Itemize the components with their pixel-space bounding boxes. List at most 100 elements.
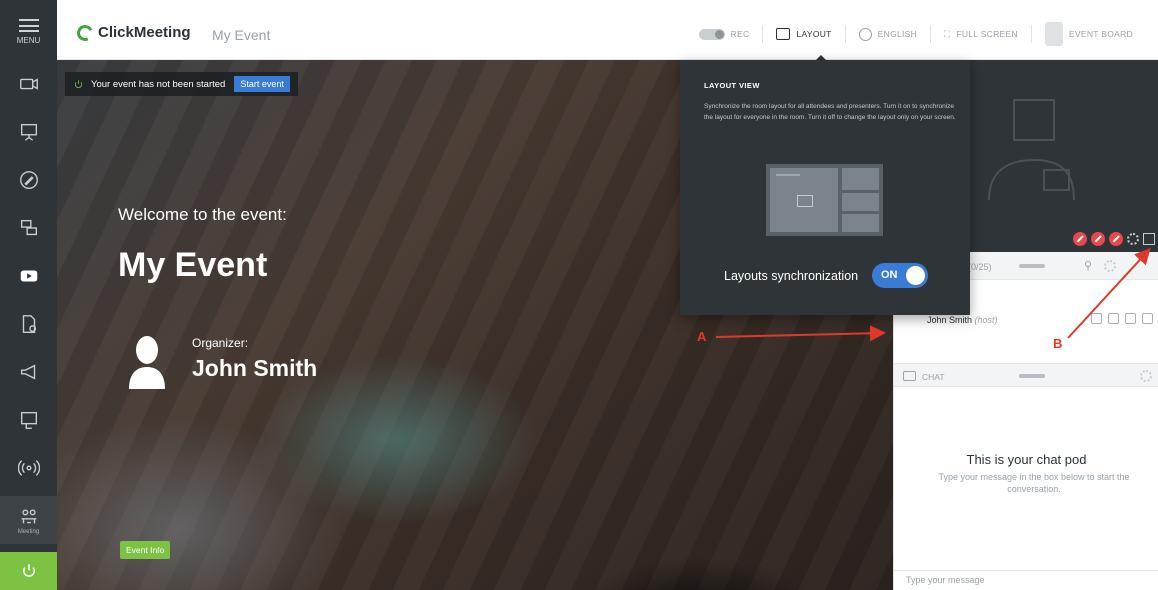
screen-share-icon [20, 219, 37, 236]
chat-label: CHAT [922, 372, 945, 382]
left-sidebar: MENU Meeting [0, 0, 57, 590]
broadcast-icon [17, 460, 40, 476]
annotation-label-b: B [1053, 336, 1063, 351]
camera-off-icon[interactable] [1073, 232, 1087, 246]
mic-off-icon[interactable] [1091, 232, 1105, 246]
layouts-sync-label: Layouts synchronization [724, 269, 859, 283]
whiteboard-icon [19, 171, 38, 189]
illustration-side-pane-1 [842, 168, 879, 190]
sidebar-item-files[interactable] [0, 300, 57, 348]
attendees-gear-icon[interactable] [1104, 260, 1116, 272]
power-icon [22, 564, 35, 577]
popover-description: Synchronize the room layout for all atte… [704, 103, 956, 121]
sidebar-item-poll[interactable] [0, 396, 57, 444]
chat-message-input[interactable]: Type your message [894, 570, 1158, 590]
sidebar-item-youtube[interactable] [0, 252, 57, 300]
rec-toggle-button[interactable]: REC [686, 25, 764, 43]
language-label: ENGLISH [877, 29, 918, 39]
full-screen-icon: ⛶ [944, 28, 951, 39]
illustration-side-pane-3 [842, 214, 879, 232]
toggle-knob [906, 266, 925, 285]
layout-icon [776, 28, 791, 40]
presentation-icon [20, 123, 37, 141]
popover-title: LAYOUT VIEW [704, 81, 760, 90]
rec-label: REC [730, 29, 750, 39]
sidebar-item-broadcast[interactable] [0, 444, 57, 492]
attendee-screen-icon[interactable] [1142, 313, 1153, 324]
chat-drag-handle[interactable] [1019, 374, 1045, 378]
annotation-label-a: A [697, 329, 707, 344]
attendee-row-icons [1091, 313, 1153, 324]
event-board-button[interactable]: EVENT BOARD [1032, 22, 1146, 46]
sidebar-item-announce[interactable] [0, 348, 57, 396]
toggle-state: ON [881, 269, 898, 281]
stage-event-title: My Event [118, 246, 268, 284]
language-button[interactable]: ENGLISH [846, 25, 932, 43]
video-controls [1073, 232, 1155, 246]
gear-icon[interactable] [1127, 233, 1139, 245]
clickmeeting-app: MENU Meeting ClickMeeting My Event REC L… [0, 0, 1158, 590]
attendee-role: (host) [974, 315, 998, 325]
event-board-avatar [1044, 22, 1063, 46]
sidebar-item-screen-share[interactable] [0, 204, 57, 252]
meeting-icon [21, 508, 36, 523]
chat-gear-icon[interactable] [1140, 370, 1152, 382]
chat-header: CHAT [894, 363, 1158, 387]
logo-mark-icon [74, 22, 96, 43]
megaphone-icon [20, 364, 35, 380]
layout-illustration [766, 164, 883, 236]
user-placeholder-icon [988, 99, 1075, 201]
start-event-button[interactable]: Start event [234, 76, 290, 92]
layouts-sync-toggle[interactable]: ON [872, 263, 928, 288]
top-bar: ClickMeeting My Event REC LAYOUT ENGLISH… [57, 8, 1158, 61]
attendee-mic-off-icon[interactable] [1108, 313, 1119, 324]
poll-icon [20, 411, 37, 429]
event-status-text: Your event has not been started [91, 78, 226, 90]
illustration-screen-icon [797, 195, 813, 207]
full-screen-button[interactable]: ⛶ FULL SCREEN [931, 25, 1032, 43]
camera-icon [19, 78, 38, 90]
menu-button[interactable]: MENU [0, 8, 57, 56]
attendee-video-off-icon[interactable] [1125, 313, 1136, 324]
welcome-text: Welcome to the event: [118, 205, 287, 224]
illustration-main-pane [770, 168, 838, 232]
menu-label: MENU [16, 36, 41, 45]
meeting-label: Meeting [17, 528, 40, 535]
event-name: My Event [212, 27, 271, 43]
event-board-label: EVENT BOARD [1068, 29, 1133, 39]
attendee-camera-off-icon[interactable] [1091, 313, 1102, 324]
layout-popover: LAYOUT VIEW Synchronize the room layout … [680, 60, 970, 315]
power-status-icon [74, 79, 83, 88]
event-info-button[interactable]: Event Info [120, 541, 171, 559]
illustration-bar [776, 174, 800, 176]
clickmeeting-logo: ClickMeeting [74, 22, 191, 43]
expand-icon[interactable] [1143, 233, 1155, 245]
event-status-bar: Your event has not been started Start ev… [65, 72, 298, 96]
attendee-name: John Smith (host) [927, 315, 998, 325]
power-button[interactable] [0, 552, 57, 590]
full-screen-label: FULL SCREEN [956, 29, 1018, 39]
rec-toggle-icon [698, 28, 725, 40]
add-user-icon[interactable]: ⚲ [1084, 259, 1092, 272]
organizer-name: John Smith [192, 355, 318, 381]
layout-button[interactable]: LAYOUT [763, 25, 846, 43]
globe-icon [858, 27, 872, 41]
top-tools: REC LAYOUT ENGLISH ⛶ FULL SCREEN EVENT B… [686, 8, 1146, 60]
logo-text: ClickMeeting [98, 24, 191, 41]
layout-label: LAYOUT [796, 29, 832, 39]
file-icon [22, 315, 36, 333]
sidebar-item-presentation[interactable] [0, 108, 57, 156]
organizer-label: Organizer: [192, 336, 249, 350]
attendees-drag-handle[interactable] [1019, 264, 1045, 268]
hangup-icon[interactable] [1109, 232, 1123, 246]
youtube-icon [20, 270, 37, 282]
chat-icon [903, 371, 916, 381]
hamburger-icon [18, 19, 39, 32]
sidebar-item-meeting[interactable]: Meeting [0, 496, 57, 544]
chat-pod-subtitle: Type your message in the box below to st… [938, 472, 1130, 494]
attendee-name-text: John Smith [927, 315, 973, 325]
sidebar-item-camera[interactable] [0, 60, 57, 108]
organizer-avatar [129, 336, 165, 389]
attendees-count: (0/25) [968, 262, 992, 272]
sidebar-item-whiteboard[interactable] [0, 156, 57, 204]
